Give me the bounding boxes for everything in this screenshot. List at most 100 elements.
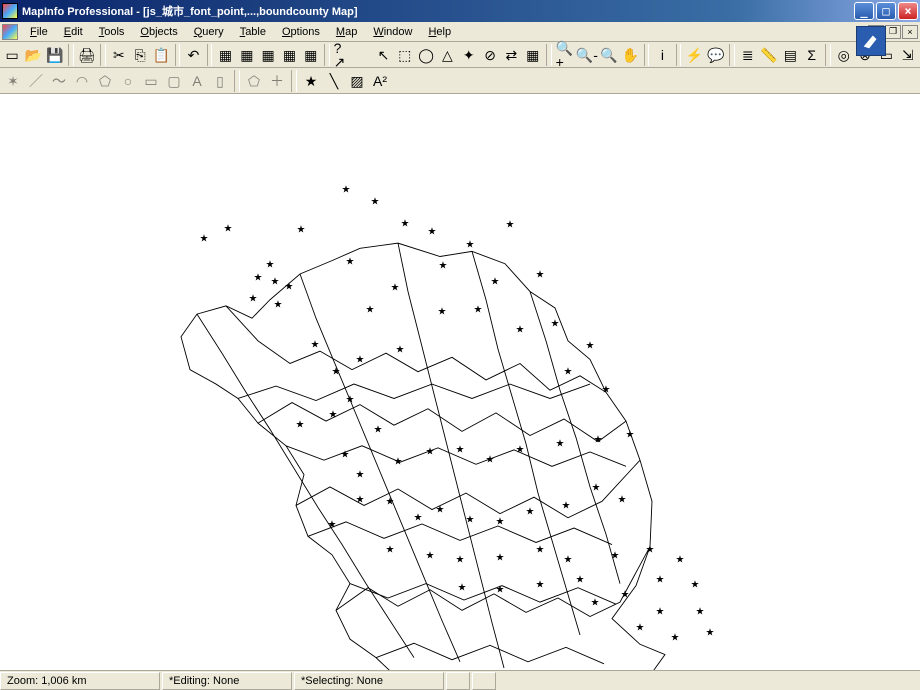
mdi-app-icon[interactable]	[2, 24, 18, 40]
map-point-star: ★	[626, 430, 635, 441]
map-point-star: ★	[618, 495, 627, 506]
map-point-star: ★	[356, 355, 365, 366]
help-button[interactable]: ?↗	[333, 44, 353, 66]
menu-map[interactable]: Map	[328, 24, 365, 40]
menu-bar: FileEditToolsObjectsQueryTableOptionsMap…	[0, 22, 920, 42]
boundary-select-icon: ✦	[463, 48, 475, 62]
hot-link-button[interactable]: ⚡	[684, 44, 704, 66]
new-layout-button[interactable]: ▦	[279, 44, 299, 66]
menu-tools[interactable]: Tools	[91, 24, 133, 40]
radius-select-button[interactable]: ◯	[416, 44, 436, 66]
doc-restore-button[interactable]: ❐	[885, 25, 901, 39]
new-button[interactable]: ▭	[2, 44, 22, 66]
open-button[interactable]: 📂	[23, 44, 43, 66]
map-point-star: ★	[249, 294, 258, 305]
minimize-button[interactable]: _	[854, 2, 874, 20]
copy-button[interactable]: ⎘	[130, 44, 150, 66]
menu-file[interactable]: File	[22, 24, 56, 40]
set-target-button[interactable]: ◎	[834, 44, 854, 66]
new-icon: ▭	[6, 48, 19, 62]
zoom-in-button[interactable]: 🔍+	[555, 44, 575, 66]
drawing-toolbar: ✶／〜◠⬠○▭▢A▯⬠＋★╲▨A²	[0, 68, 920, 94]
paste-button[interactable]: 📋	[151, 44, 171, 66]
map-point-star: ★	[356, 495, 365, 506]
map-point-star: ★	[496, 553, 505, 564]
new-graph-button[interactable]: ▦	[258, 44, 278, 66]
cut-button[interactable]: ✂	[109, 44, 129, 66]
map-point-star: ★	[394, 457, 403, 468]
maximize-button[interactable]: □	[876, 2, 896, 20]
rectangle-button: ▭	[140, 70, 162, 92]
info-button[interactable]: i	[652, 44, 672, 66]
menu-objects[interactable]: Objects	[132, 24, 185, 40]
undo-button[interactable]: ↶	[183, 44, 203, 66]
map-point-star: ★	[346, 395, 355, 406]
rounded-rect-icon: ▢	[167, 74, 180, 88]
ruler-button[interactable]: 📏	[759, 44, 779, 66]
map-point-star: ★	[456, 445, 465, 456]
statistics-button[interactable]: Σ	[802, 44, 822, 66]
menu-query[interactable]: Query	[186, 24, 232, 40]
map-point-star: ★	[564, 555, 573, 566]
label-button[interactable]: 💬	[706, 44, 726, 66]
menu-edit[interactable]: Edit	[56, 24, 91, 40]
save-button[interactable]: 💾	[45, 44, 65, 66]
legend-button[interactable]: ▤	[780, 44, 800, 66]
invert-select-button[interactable]: ⇄	[501, 44, 521, 66]
close-button[interactable]: ×	[898, 2, 918, 20]
drag-map-button[interactable]: ⇲	[898, 44, 918, 66]
grabber-button[interactable]: ✋	[620, 44, 640, 66]
map-point-star: ★	[536, 545, 545, 556]
toolbar-separator	[175, 44, 181, 66]
boundary-select-button[interactable]: ✦	[459, 44, 479, 66]
change-view-button[interactable]: 🔍	[599, 44, 619, 66]
print-button[interactable]: 🖨	[77, 44, 97, 66]
change-view-icon: 🔍	[600, 48, 617, 62]
select-button[interactable]: ↖	[373, 44, 393, 66]
frame-icon: ▯	[216, 74, 224, 88]
zoom-out-button[interactable]: 🔍-	[576, 44, 598, 66]
text-button: A	[186, 70, 208, 92]
map-point-star: ★	[341, 450, 350, 461]
map-point-star: ★	[506, 220, 515, 231]
region-style-icon: ▨	[350, 74, 363, 88]
doc-close-button[interactable]: ×	[902, 25, 918, 39]
radius-select-icon: ◯	[418, 48, 434, 62]
map-point-star: ★	[564, 367, 573, 378]
line-style-icon: ╲	[330, 74, 338, 88]
map-point-star: ★	[271, 277, 280, 288]
new-redistrict-button[interactable]: ▦	[301, 44, 321, 66]
map-point-star: ★	[329, 410, 338, 421]
map-point-star: ★	[562, 501, 571, 512]
line-style-button[interactable]: ╲	[323, 70, 345, 92]
map-point-star: ★	[556, 439, 565, 450]
text-style-button[interactable]: A²	[369, 70, 391, 92]
menu-table[interactable]: Table	[232, 24, 274, 40]
menu-help[interactable]: Help	[420, 24, 459, 40]
new-map-button[interactable]: ▦	[237, 44, 257, 66]
map-point-star: ★	[396, 345, 405, 356]
marquee-select-button[interactable]: ⬚	[395, 44, 415, 66]
unselect-button[interactable]: ⊘	[480, 44, 500, 66]
text-icon: A	[192, 74, 201, 88]
map-point-star: ★	[656, 607, 665, 618]
map-point-star: ★	[426, 551, 435, 562]
add-node-icon: ＋	[270, 74, 284, 88]
add-node-button: ＋	[266, 70, 288, 92]
graph-select-button[interactable]: ▦	[523, 44, 543, 66]
new-browser-button[interactable]: ▦	[215, 44, 235, 66]
window-title: MapInfo Professional - [js_城市_font_point…	[22, 3, 854, 19]
layer-control-button[interactable]: ≣	[738, 44, 758, 66]
map-point-star: ★	[611, 551, 620, 562]
toolbar-separator	[644, 44, 650, 66]
menu-options[interactable]: Options	[274, 24, 328, 40]
map-point-star: ★	[706, 628, 715, 639]
reshape-icon: ⬠	[248, 74, 260, 88]
polygon-select-button[interactable]: △	[437, 44, 457, 66]
map-canvas[interactable]: ★★★★★★★★★★★★★★★★★★★★★★★★★★★★★★★★★★★★★★★★…	[0, 94, 920, 670]
region-style-button[interactable]: ▨	[346, 70, 368, 92]
symbol-style-button[interactable]: ★	[300, 70, 322, 92]
symbol-style-icon: ★	[305, 74, 318, 88]
menu-window[interactable]: Window	[365, 24, 420, 40]
map-point-star: ★	[536, 580, 545, 591]
